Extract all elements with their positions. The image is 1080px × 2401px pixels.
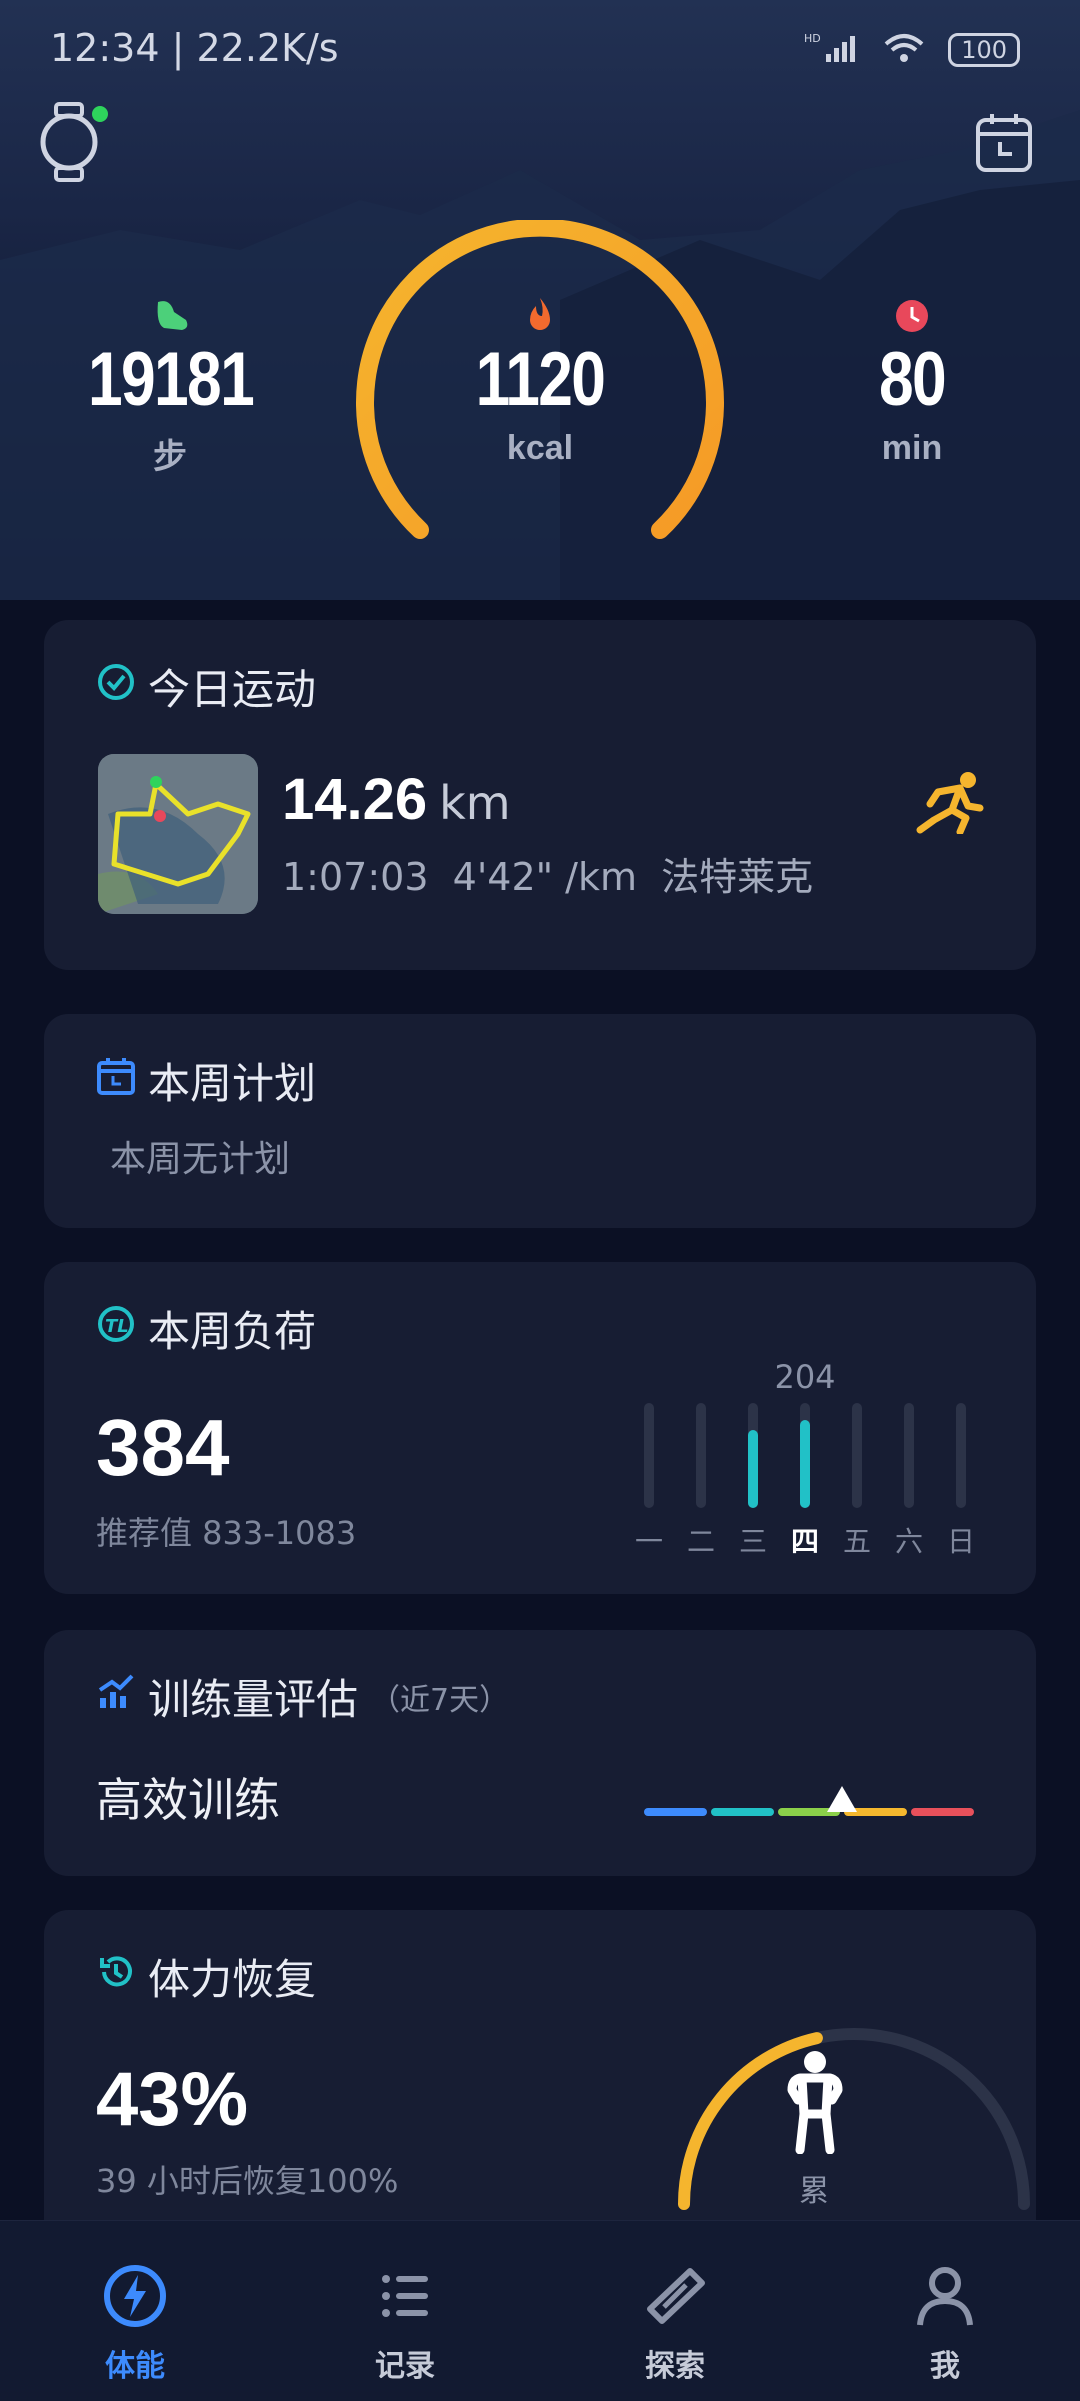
recovery-state: 累 [799, 2174, 829, 2209]
load-day-label: 一 [634, 1525, 663, 1558]
recovery-history-icon [96, 1952, 136, 2002]
load-peak-label: 204 [774, 1358, 836, 1396]
watch-icon[interactable] [38, 100, 108, 184]
load-day-label: 二 [686, 1525, 715, 1558]
weekly-plan-title: 本周计划 [148, 1059, 317, 1108]
weekly-load-chart: 一二三四五六日 204 [634, 1358, 1014, 1578]
training-eval-title: 训练量评估 [148, 1675, 359, 1724]
load-day-label: 日 [946, 1525, 975, 1558]
recovery-percent: 43% [96, 2057, 249, 2142]
eval-scale-segment [644, 1808, 707, 1816]
nav-label-me: 我 [930, 2349, 960, 2384]
weekly-load-card[interactable]: TL 本周负荷 384 推荐值 833-1083 一二三四五六日 204 [44, 1262, 1036, 1594]
weekly-load-title: 本周负荷 [148, 1307, 317, 1356]
user-icon [885, 2261, 1005, 2335]
today-workout-title: 今日运动 [148, 665, 317, 714]
flame-icon [440, 296, 640, 336]
load-bar-fill [800, 1420, 810, 1508]
compass-icon [615, 2261, 735, 2335]
training-eval-card[interactable]: 训练量评估 （近7天） 高效训练 [44, 1630, 1036, 1876]
route-map-thumbnail[interactable] [98, 754, 258, 914]
nav-item-me[interactable]: 我 [885, 2261, 1005, 2385]
bolt-icon [75, 2261, 195, 2335]
recovery-note: 39 小时后恢复100% [96, 2162, 399, 2200]
footprint-icon [70, 296, 270, 336]
bottom-nav: 体能 记录 探索 我 [0, 2220, 1080, 2401]
nav-label-records: 记录 [375, 2349, 435, 2384]
signal-icon: HD [804, 32, 860, 68]
minutes-value: 80 [878, 337, 947, 422]
nav-label-fitness: 体能 [105, 2349, 165, 2384]
eval-scale-segment [710, 1808, 774, 1816]
distance-value: 14.26 [282, 767, 428, 832]
today-workout-card[interactable]: 今日运动 14.26 km 1:07:03 4'42" /km 法特莱克 [44, 620, 1036, 970]
minutes-unit: min [881, 429, 943, 467]
load-day-label: 四 [790, 1525, 819, 1558]
training-eval-scale [644, 1784, 974, 1824]
weekly-plan-text: 本周无计划 [110, 1139, 291, 1180]
nav-item-fitness[interactable]: 体能 [75, 2261, 195, 2385]
load-day-label: 三 [738, 1525, 767, 1558]
load-bar-fill [748, 1430, 758, 1508]
load-bar-track [696, 1403, 706, 1508]
recovery-title: 体力恢复 [148, 1955, 317, 2004]
eval-scale-marker [827, 1786, 857, 1812]
calendar-clock-icon [96, 1056, 136, 1106]
training-load-icon: TL [96, 1304, 136, 1354]
load-bar-track [956, 1403, 966, 1508]
nav-label-explore: 探索 [645, 2349, 705, 2384]
load-bar-track [800, 1403, 810, 1508]
load-bar-track [852, 1403, 862, 1508]
weekly-load-value: 384 [96, 1403, 230, 1492]
minutes-stat[interactable]: 80 min [812, 296, 1012, 468]
status-icons: HD 100 [804, 32, 1020, 68]
calories-stat[interactable]: 1120 kcal [440, 296, 640, 468]
calories-value: 1120 [475, 337, 606, 422]
workout-details: 1:07:03 4'42" /km 法特莱克 [282, 855, 814, 899]
wifi-icon [882, 32, 926, 68]
trend-chart-icon [96, 1672, 136, 1722]
load-bar-track [644, 1403, 654, 1508]
steps-stat[interactable]: 19181 步 [70, 296, 270, 478]
load-day-label: 五 [842, 1525, 871, 1558]
person-figure-icon [780, 2050, 850, 2158]
status-time: 12:34 | 22.2K/s [50, 26, 339, 70]
steps-value: 19181 [88, 337, 255, 422]
training-eval-header: 训练量评估 （近7天） [96, 1666, 509, 1727]
distance-row: 14.26 km [282, 766, 511, 833]
training-eval-subtitle: （近7天） [370, 1682, 510, 1718]
signal-label: HD [804, 32, 821, 45]
running-icon [916, 770, 986, 838]
load-bar-track [748, 1403, 758, 1508]
training-eval-status: 高效训练 [96, 1773, 280, 1827]
weekly-load-header: TL 本周负荷 [96, 1298, 316, 1359]
nav-item-records[interactable]: 记录 [345, 2261, 465, 2385]
steps-unit: 步 [153, 438, 187, 476]
load-bar-track [904, 1403, 914, 1508]
clock-icon [812, 296, 1012, 336]
load-day-label: 六 [894, 1525, 923, 1558]
battery-indicator: 100 [948, 33, 1020, 67]
calories-unit: kcal [506, 429, 574, 467]
recovery-header: 体力恢复 [96, 1946, 316, 2007]
today-workout-header: 今日运动 [96, 656, 316, 717]
distance-unit: km [439, 776, 511, 830]
list-icon [345, 2261, 465, 2335]
nav-item-explore[interactable]: 探索 [615, 2261, 735, 2385]
weekly-load-recommended: 推荐值 833-1083 [96, 1514, 357, 1552]
eval-scale-segment [911, 1808, 974, 1816]
recovery-card[interactable]: 体力恢复 43% 39 小时后恢复100% 累 [44, 1910, 1036, 2250]
calendar-icon[interactable] [974, 110, 1034, 174]
svg-text:TL: TL [105, 1316, 129, 1337]
weekly-plan-header: 本周计划 [96, 1050, 316, 1111]
weekly-plan-card[interactable]: 本周计划 本周无计划 [44, 1014, 1036, 1228]
check-circle-icon [96, 662, 136, 712]
